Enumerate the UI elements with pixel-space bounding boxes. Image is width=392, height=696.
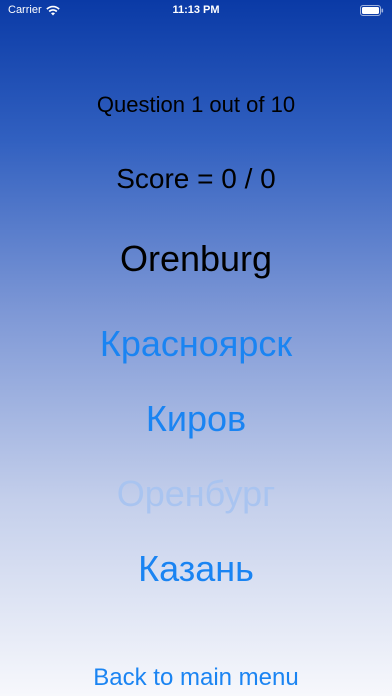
answer-option-2[interactable]: Киров: [0, 398, 392, 440]
battery-icon: [360, 5, 384, 16]
status-bar: Carrier 11:13 PM: [0, 0, 392, 22]
question-counter: Question 1 out of 10: [96, 92, 296, 117]
answer-option-3[interactable]: Оренбург: [0, 473, 392, 515]
back-to-main-menu-button[interactable]: Back to main menu: [0, 664, 392, 692]
city-name: Orenburg: [119, 238, 273, 279]
status-time: 11:13 PM: [172, 4, 220, 16]
score-label: Score = 0 / 0: [116, 163, 276, 194]
answer-option-1[interactable]: Красноярск: [0, 323, 392, 365]
answer-option-4[interactable]: Казань: [0, 548, 392, 590]
